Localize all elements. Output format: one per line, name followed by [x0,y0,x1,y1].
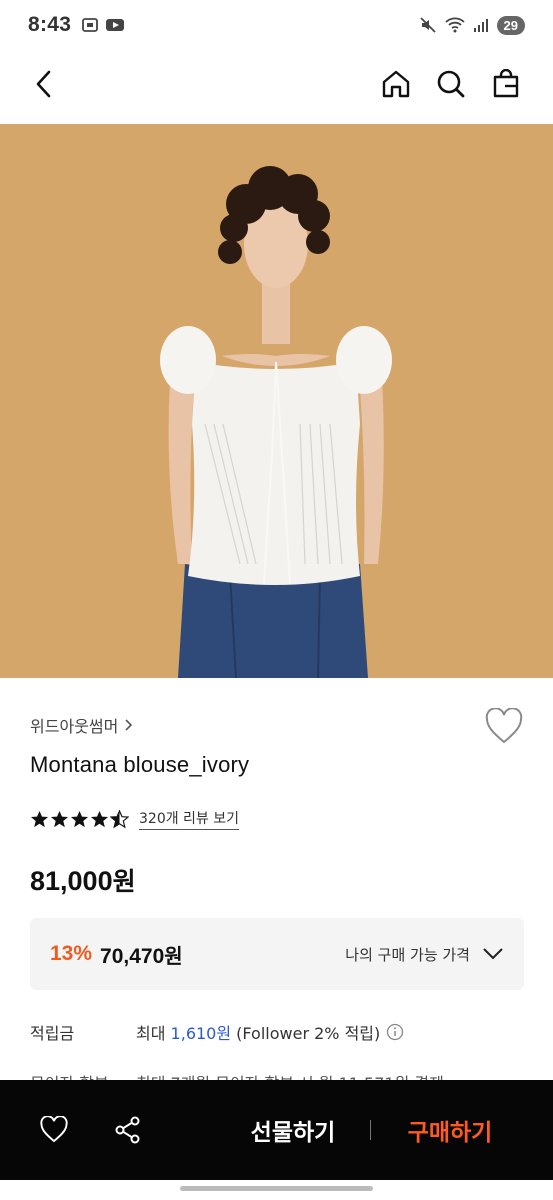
chevron-left-icon [36,70,51,98]
points-amount: 1,610원 [170,1024,232,1043]
search-icon [437,70,465,98]
product-name: Montana blouse_ivory [30,752,250,777]
points-label: 적립금 [30,1024,75,1043]
chevron-right-icon [125,719,133,731]
bottom-wishlist-button[interactable] [36,1112,72,1148]
shopping-bag-icon [493,69,519,98]
status-time: 8:43 [28,13,72,36]
home-icon [382,70,410,98]
price-unit: 원 [112,867,136,896]
search-button[interactable] [431,64,471,104]
product-photo-illustration [0,124,553,678]
buy-button[interactable]: 구매하기 [395,1110,505,1150]
star-icon [90,810,109,827]
button-divider [370,1120,371,1140]
my-price-label: 나의 구매 가능 가격 [345,945,470,964]
product-image[interactable] [0,124,553,678]
discount-percent: 13% [50,942,93,965]
price-number: 81,000 [30,866,113,896]
star-icon [70,810,89,827]
reviews-link[interactable]: 320개 리뷰 보기 [139,808,240,830]
cart-button[interactable] [486,64,526,104]
star-icon [30,810,49,827]
points-row: 적립금 최대 1,610원 (Follower 2% 적립) [30,1020,524,1044]
discount-price-unit: 원 [164,943,183,968]
signal-icon [473,19,488,32]
battery-indicator: 29 [496,15,525,35]
back-button[interactable] [24,64,64,104]
rating-row: 320개 리뷰 보기 [30,808,240,830]
brand-link[interactable]: 위드아웃썸머 [30,713,134,737]
info-icon[interactable] [386,1023,404,1041]
top-nav [0,52,553,114]
screenshot-icon [82,18,99,32]
wishlist-button[interactable] [484,707,524,746]
discount-price-number: 70,470 [100,944,165,968]
share-icon [115,1116,140,1144]
points-suffix: (Follower 2% 적립) [236,1024,381,1043]
points-prefix: 최대 [136,1024,166,1043]
status-bar: 8:43 29 [0,0,553,50]
my-price-panel[interactable]: 13% 70,470원 나의 구매 가능 가격 [30,918,524,990]
bottom-action-bar: 선물하기 구매하기 [0,1080,553,1180]
heart-outline-icon [485,707,523,744]
star-icon [50,810,69,827]
gift-button[interactable]: 선물하기 [238,1110,348,1150]
home-button[interactable] [376,64,416,104]
gesture-bar-area [0,1180,553,1200]
share-button[interactable] [110,1112,146,1148]
star-rating [30,809,129,829]
brand-name: 위드아웃썸머 [30,717,119,736]
youtube-icon [106,19,125,31]
chevron-down-icon [483,948,503,960]
heart-outline-icon [40,1116,68,1143]
product-price: 81,000원 [30,862,136,898]
discount-price: 70,470원 [100,940,183,969]
home-indicator[interactable] [180,1186,373,1191]
wifi-icon [444,17,465,33]
mute-icon [419,17,436,33]
star-half-icon [110,809,129,828]
